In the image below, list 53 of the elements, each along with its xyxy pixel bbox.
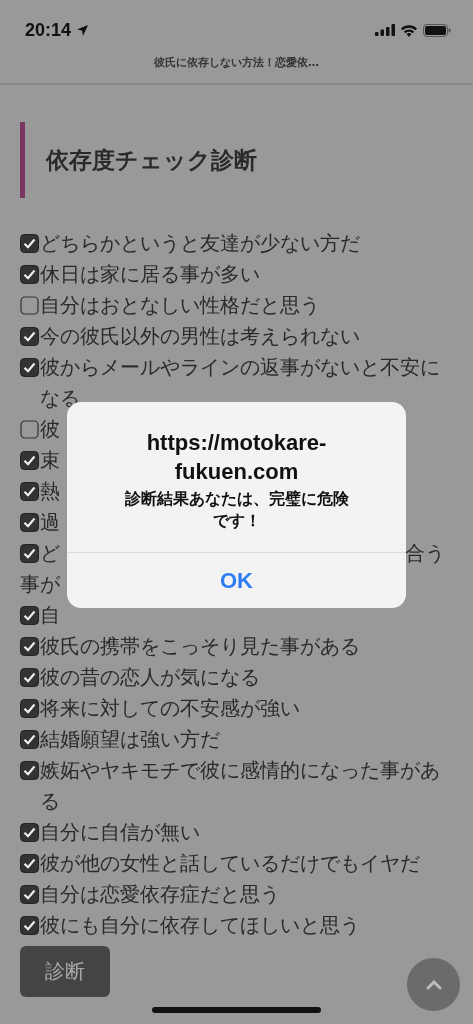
dialog-title: https://motokare-fukuen.com: [145, 429, 328, 486]
diagnose-button[interactable]: 診断: [20, 946, 110, 997]
checked-checkbox[interactable]: [20, 854, 39, 873]
checked-checkbox[interactable]: [20, 327, 39, 346]
chevron-up-icon: [425, 979, 442, 990]
checked-checkbox[interactable]: [20, 606, 39, 625]
checklist-item-text: 将来に対しての不安感が強い: [40, 696, 300, 722]
unchecked-checkbox[interactable]: [20, 420, 39, 439]
checked-checkbox[interactable]: [20, 885, 39, 904]
checked-checkbox[interactable]: [20, 699, 39, 718]
signal-icon: [375, 24, 395, 36]
checklist-item-text: 嫉妬やヤキモチで彼に感情的になった事がある: [40, 758, 441, 815]
page-title: 彼氏に依存しない方法！恋愛依…: [154, 55, 319, 70]
checklist-item-text: 彼にも自分に依存してほしいと思う: [40, 913, 360, 939]
checklist-item-text: 自分は恋愛依存症だと思う: [40, 882, 280, 908]
checklist-item-text: 束: [40, 448, 60, 474]
checked-checkbox[interactable]: [20, 916, 39, 935]
checklist-item-text: 自分はおとなしい性格だと思う: [40, 293, 320, 319]
checklist-item-text: ど: [40, 541, 60, 567]
battery-icon: [423, 23, 451, 37]
section-heading: 依存度チェック診断: [20, 122, 453, 198]
checklist-item-text: 合う: [405, 541, 445, 567]
checked-checkbox[interactable]: [20, 513, 39, 532]
checked-checkbox[interactable]: [20, 730, 39, 749]
checked-checkbox[interactable]: [20, 358, 39, 377]
ok-button[interactable]: OK: [67, 553, 406, 608]
checklist-item-text: 自分に自信が無い: [40, 820, 200, 846]
checklist-item-text: 自: [40, 603, 60, 629]
checklist-item-text: 結婚願望は強い方だ: [40, 727, 220, 753]
checklist-item-text: 彼氏の携帯をこっそり見た事がある: [40, 634, 360, 660]
checked-checkbox[interactable]: [20, 482, 39, 501]
location-arrow-icon: [76, 23, 90, 37]
checklist-item-text: 彼が他の女性と話しているだけでもイヤだ: [40, 851, 420, 877]
checked-checkbox[interactable]: [20, 823, 39, 842]
checklist-item-text: 今の彼氏以外の男性は考えられない: [40, 324, 360, 350]
checked-checkbox[interactable]: [20, 637, 39, 656]
checklist-item-text: 彼: [40, 417, 60, 443]
checklist-item-text: 事が: [20, 573, 60, 596]
checked-checkbox[interactable]: [20, 544, 39, 563]
dialog-message: 診断結果あなたは、完璧に危険です！: [123, 488, 350, 532]
checked-checkbox[interactable]: [20, 265, 39, 284]
checklist-item-text: どちらかというと友達が少ない方だ: [40, 231, 360, 257]
checklist-item-text: 彼の昔の恋人が気になる: [40, 665, 260, 691]
checked-checkbox[interactable]: [20, 668, 39, 687]
checklist-item-text: 休日は家に居る事が多い: [40, 262, 260, 288]
checked-checkbox[interactable]: [20, 761, 39, 780]
checked-checkbox[interactable]: [20, 451, 39, 470]
status-time: 20:14: [25, 19, 72, 41]
checked-checkbox[interactable]: [20, 234, 39, 253]
checklist-item-text: 過: [40, 510, 60, 536]
wifi-icon: [400, 23, 418, 37]
unchecked-checkbox[interactable]: [20, 296, 39, 315]
checklist-item-text: 熱: [40, 479, 60, 505]
